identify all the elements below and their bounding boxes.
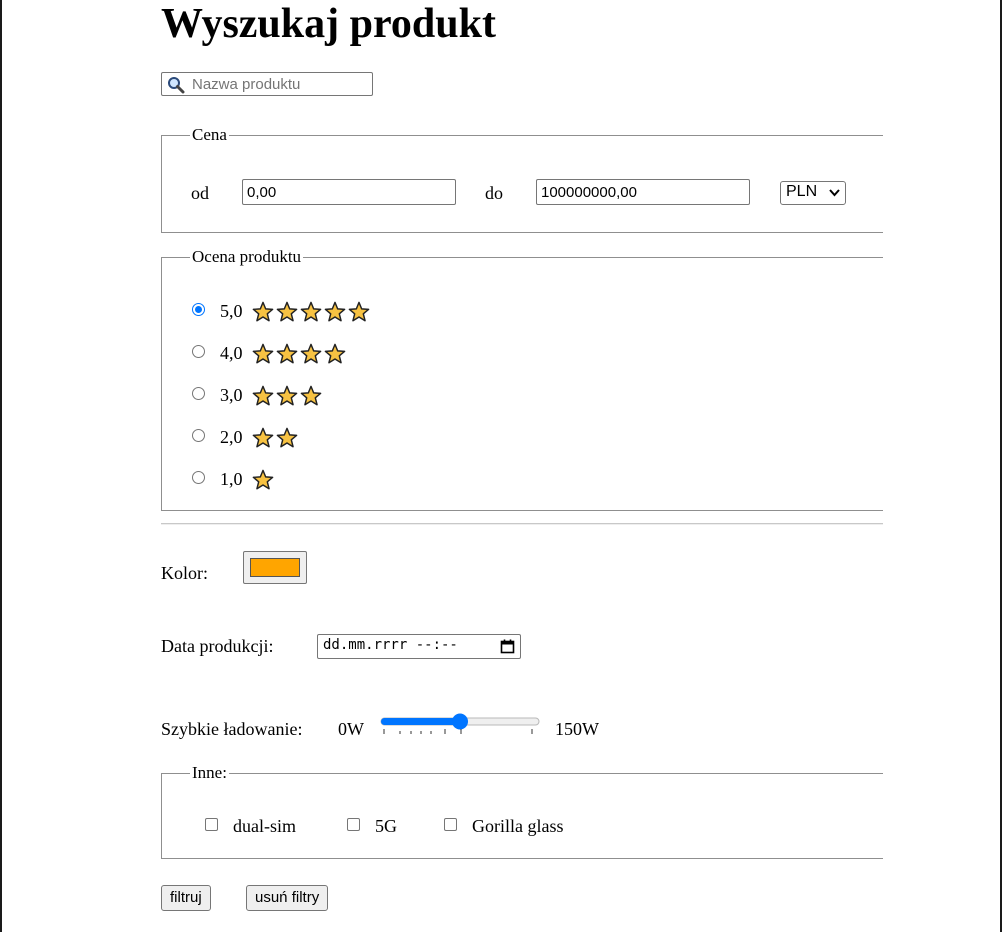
rating-radio-1[interactable] [192,471,205,484]
currency-value: PLN [786,183,818,200]
price-from-label: od [191,183,209,203]
slider-fill [381,718,460,725]
star-icon [276,301,298,322]
rating-stars-1 [252,469,276,491]
star-icon [252,301,274,322]
window-left-border [0,0,2,932]
page-title: Wyszukaj produkt [161,1,496,47]
search-icon [168,77,185,94]
star-icon [276,427,298,448]
star-icon [252,469,274,490]
gorilla-glass-label: Gorilla glass [472,816,564,836]
charging-max-label: 150W [555,719,599,739]
production-date-label: Data produkcji: [161,636,274,656]
star-icon [300,385,322,406]
rating-stars-5 [252,301,372,323]
production-date-placeholder: dd.mm.rrrr --:-- [323,637,458,653]
rating-legend: Ocena produktu [192,247,302,266]
other-legend: Inne: [192,763,227,782]
production-date-input[interactable]: dd.mm.rrrr --:-- [317,634,521,659]
5g-label: 5G [375,816,397,836]
search-field[interactable] [161,72,373,96]
slider-thumb[interactable] [452,713,468,730]
other-fieldset: Inne: [161,763,883,859]
chevron-down-icon [829,189,840,197]
rating-label-4: 4,0 [220,343,243,363]
rating-radio-5[interactable] [192,303,205,316]
charging-slider[interactable] [380,712,540,742]
price-legend: Cena [192,125,227,144]
star-icon [252,343,274,364]
charging-min-label: 0W [338,719,364,739]
rating-label-2: 2,0 [220,427,243,447]
5g-checkbox[interactable] [347,818,360,831]
filter-button[interactable]: filtruj [161,885,211,911]
rating-radio-4[interactable] [192,345,205,358]
rating-stars-4 [252,343,348,365]
clear-filters-button[interactable]: usuń filtry [246,885,329,911]
slider-ticks [383,729,533,734]
price-from-input[interactable] [242,179,456,205]
star-icon [276,385,298,406]
star-icon [252,427,274,448]
star-icon [300,343,322,364]
calendar-icon[interactable] [500,639,515,654]
star-icon [324,301,346,322]
star-icon [276,343,298,364]
rating-radio-3[interactable] [192,387,205,400]
rating-stars-2 [252,427,300,449]
rating-stars-3 [252,385,324,407]
color-swatch [250,558,300,577]
section-divider [161,523,883,525]
rating-label-3: 3,0 [220,385,243,405]
star-icon [300,301,322,322]
color-label: Kolor: [161,563,208,583]
dual-sim-checkbox[interactable] [205,818,218,831]
star-icon [252,385,274,406]
dual-sim-label: dual-sim [233,816,296,836]
rating-label-5: 5,0 [220,301,243,321]
price-to-label: do [485,183,503,203]
color-picker[interactable] [243,551,307,584]
charging-label: Szybkie ładowanie: [161,719,303,739]
gorilla-glass-checkbox[interactable] [444,818,457,831]
price-to-input[interactable] [536,179,750,205]
star-icon [324,343,346,364]
star-icon [348,301,370,322]
search-input[interactable] [192,74,367,94]
currency-select[interactable]: PLN [780,181,846,205]
rating-radio-2[interactable] [192,429,205,442]
rating-label-1: 1,0 [220,469,243,489]
